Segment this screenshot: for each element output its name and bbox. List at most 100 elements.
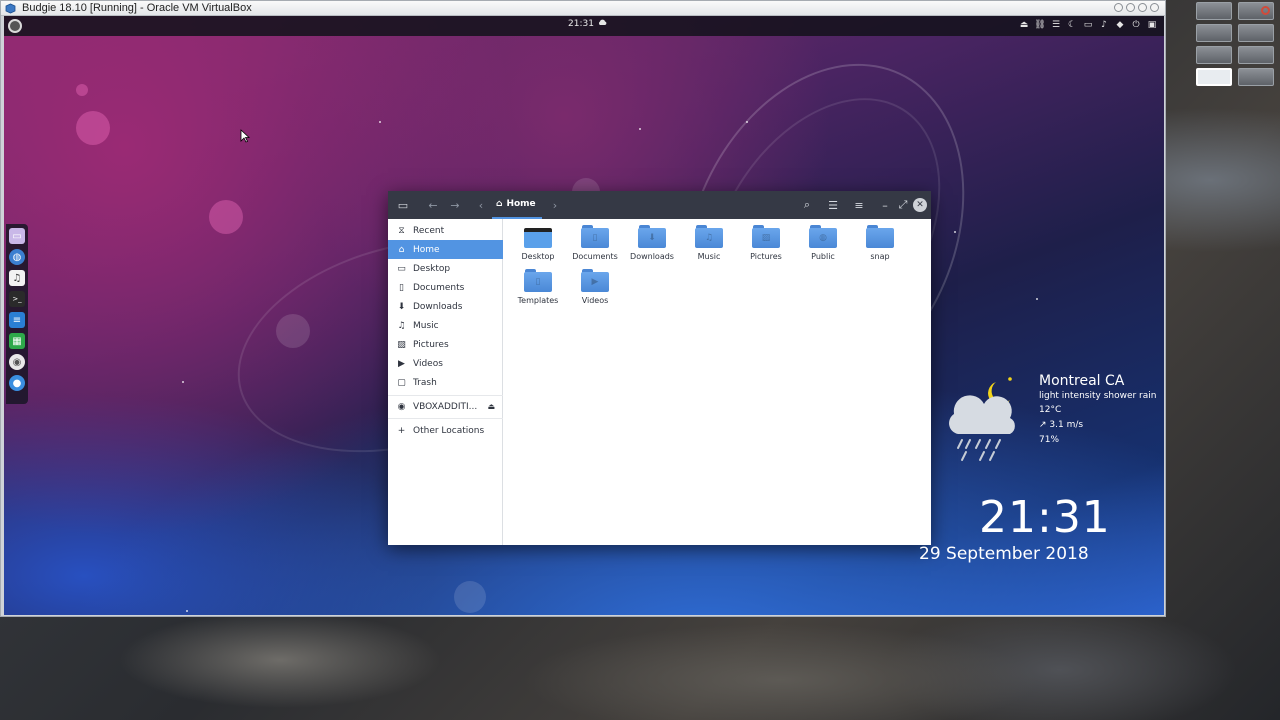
folder-item-public[interactable]: ◍ Public: [795, 219, 851, 263]
weather-temperature: 12°C: [1039, 405, 1062, 415]
videos-folder-icon: ▶: [581, 269, 609, 293]
sidebar-item-label: Trash: [413, 377, 437, 388]
desktop-icon: ▭: [397, 263, 406, 274]
trash-icon: ▢: [397, 377, 406, 388]
folder-label: Videos: [581, 296, 609, 305]
budgie-menu-button[interactable]: [8, 19, 22, 33]
weather-humidity: 71%: [1039, 435, 1060, 445]
terminal-icon[interactable]: >_: [9, 291, 25, 307]
path-bar-label: Home: [506, 199, 536, 209]
vm-desktop[interactable]: 21:31 ⏏ ⛓ ☰ ☾ ▭ ♪ ◆ ⏻ ▣ ▭ ◍ ♫ >_ ≡ ▦ ◉ ●…: [4, 16, 1164, 615]
minimize-button[interactable]: [1114, 3, 1123, 12]
raven-toggle-icon[interactable]: ▣: [1146, 19, 1158, 31]
music-icon[interactable]: ♫: [9, 270, 25, 286]
shade-button[interactable]: [1126, 3, 1135, 12]
vbox-window-title: Budgie 18.10 [Running] - Oracle VM Virtu…: [22, 2, 252, 14]
sidebar-separator: [388, 395, 503, 396]
host-thumbnail[interactable]: [1196, 2, 1232, 20]
path-left-arrow[interactable]: ‹: [474, 198, 488, 212]
search-icon[interactable]: ⌕: [800, 198, 814, 212]
sidebar-item-videos[interactable]: ▶ Videos: [388, 354, 503, 373]
top-panel: 21:31 ⏏ ⛓ ☰ ☾ ▭ ♪ ◆ ⏻ ▣: [4, 16, 1164, 36]
host-thumbnail-active[interactable]: [1196, 68, 1232, 86]
sidebar-item-music[interactable]: ♫ Music: [388, 316, 503, 335]
files-icon[interactable]: ▭: [9, 228, 25, 244]
folder-item-documents[interactable]: ▯ Documents: [567, 219, 623, 263]
sidebar-item-downloads[interactable]: ⬇ Downloads: [388, 297, 503, 316]
panel-clock[interactable]: 21:31: [568, 19, 607, 29]
folder-item-pictures[interactable]: ▨ Pictures: [738, 219, 794, 263]
folder-item-desktop[interactable]: Desktop: [510, 219, 566, 263]
music-folder-icon: ♫: [695, 225, 723, 249]
wallpaper-bokeh: [209, 200, 243, 234]
browser-icon[interactable]: ◍: [9, 249, 25, 265]
sidebar-item-trash[interactable]: ▢ Trash: [388, 373, 503, 392]
sidebar-item-label: Music: [413, 320, 439, 331]
path-right-arrow[interactable]: ›: [548, 198, 562, 212]
host-thumbnail[interactable]: [1196, 46, 1232, 64]
writer-icon[interactable]: ≡: [9, 312, 25, 328]
view-list-icon[interactable]: ☰: [826, 198, 840, 212]
folder-label: Documents: [572, 252, 618, 261]
sidebar-item-recent[interactable]: ⧖ Recent: [388, 221, 503, 240]
sidebar-item-desktop[interactable]: ▭ Desktop: [388, 259, 503, 278]
power-icon[interactable]: ⏻: [1130, 19, 1142, 31]
sidebar-item-home[interactable]: ⌂ Home: [388, 240, 503, 259]
host-thumbnail[interactable]: [1238, 68, 1274, 86]
folder-item-videos[interactable]: ▶ Videos: [567, 263, 623, 307]
files-headerbar[interactable]: ▭ ← → ‹ ⌂ Home › ⌕ ☰ ≡ – ⤢ ✕: [388, 191, 931, 219]
wallpaper-bokeh: [454, 581, 486, 613]
sidebar-item-other-locations[interactable]: + Other Locations: [388, 421, 503, 440]
folder-icon[interactable]: ▭: [1082, 19, 1094, 31]
maximize-icon[interactable]: ⤢: [896, 198, 910, 212]
folder-label: Downloads: [630, 252, 674, 261]
eject-tray-icon[interactable]: ⏏: [1018, 19, 1030, 31]
eject-icon[interactable]: ⏏: [487, 402, 495, 411]
record-icon: [1261, 6, 1270, 15]
folder-item-templates[interactable]: ▯ Templates: [510, 263, 566, 307]
folder-item-downloads[interactable]: ⬇ Downloads: [624, 219, 680, 263]
menu-icon[interactable]: ☰: [1050, 19, 1062, 31]
night-light-icon[interactable]: ☾: [1066, 19, 1078, 31]
sidebar-item-label: Pictures: [413, 339, 449, 350]
forward-button[interactable]: →: [448, 198, 462, 212]
wallpaper-star: [746, 121, 748, 123]
chat-icon[interactable]: ●: [9, 375, 25, 391]
host-thumbnail[interactable]: [1196, 24, 1232, 42]
folder-item-snap[interactable]: snap: [852, 219, 908, 263]
close-icon[interactable]: ✕: [913, 198, 927, 212]
network-icon[interactable]: ◆: [1114, 19, 1126, 31]
wallpaper-star: [954, 231, 956, 233]
close-button[interactable]: [1150, 3, 1159, 12]
bell-icon[interactable]: ♪: [1098, 19, 1110, 31]
video-icon: ▶: [398, 358, 405, 369]
vbox-titlebar[interactable]: Budgie 18.10 [Running] - Oracle VM Virtu…: [1, 1, 1165, 16]
path-bar-home[interactable]: ⌂ Home: [492, 191, 542, 219]
disc-icon: ◉: [397, 401, 406, 412]
maximize-button[interactable]: [1138, 3, 1147, 12]
sidebar-item-vboxadditions[interactable]: ◉ VBOXADDITI... ⏏: [388, 397, 503, 416]
host-thumbnail[interactable]: [1238, 2, 1274, 20]
chrome-icon[interactable]: ◉: [9, 354, 25, 370]
host-thumbnail[interactable]: [1238, 24, 1274, 42]
files-app-icon: ▭: [397, 198, 409, 212]
folder-label: snap: [870, 252, 890, 261]
weather-wind: ↗ 3.1 m/s: [1039, 420, 1084, 430]
wallpaper-bokeh: [276, 314, 310, 348]
calc-icon[interactable]: ▦: [9, 333, 25, 349]
menu-icon[interactable]: ≡: [852, 198, 866, 212]
desktop-clock-time: 21:31: [979, 492, 1111, 543]
desktop-folder-icon: [524, 225, 552, 249]
minimize-icon[interactable]: –: [878, 198, 892, 212]
host-thumbnail[interactable]: [1238, 46, 1274, 64]
virtualbox-window: Budgie 18.10 [Running] - Oracle VM Virtu…: [0, 0, 1166, 617]
files-icon-grid: Desktop ▯ Documents ⬇ Downloads ♫ Music …: [503, 219, 931, 545]
link-icon[interactable]: ⛓: [1034, 19, 1046, 31]
wallpaper-star: [182, 381, 184, 383]
sidebar-item-label: VBOXADDITI...: [413, 401, 478, 412]
folder-item-music[interactable]: ♫ Music: [681, 219, 737, 263]
sidebar-item-documents[interactable]: ▯ Documents: [388, 278, 503, 297]
sidebar-item-pictures[interactable]: ▨ Pictures: [388, 335, 503, 354]
pictures-folder-icon: ▨: [752, 225, 780, 249]
back-button[interactable]: ←: [426, 198, 440, 212]
